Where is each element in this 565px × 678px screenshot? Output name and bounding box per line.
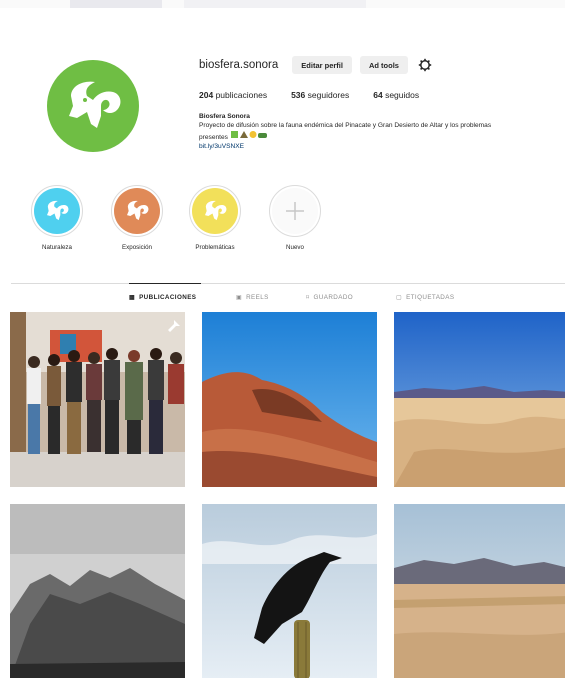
following-stat[interactable]: 64 seguidos xyxy=(373,90,419,100)
group-photo-image xyxy=(10,312,185,487)
profile-header: biosfera.sonora Editar perfil Ad tools 2… xyxy=(199,55,565,151)
posts-stat: 204 publicaciones xyxy=(199,90,268,100)
cactus-emoji-icon xyxy=(230,131,238,138)
bighorn-sheep-icon xyxy=(205,200,227,221)
bookmark-icon: ⌑ xyxy=(306,295,310,301)
bio-text: Proyecto de difusión sobre la fauna endé… xyxy=(199,122,492,129)
bighorn-sheep-logo-icon xyxy=(69,81,121,128)
turtle-emoji-icon xyxy=(257,133,267,138)
post-thumbnail[interactable] xyxy=(10,312,185,487)
bio-link[interactable]: bit.ly/3uVSNXE xyxy=(199,142,565,151)
bio-emojis xyxy=(230,130,268,142)
tab-reels[interactable]: ▣ REELS xyxy=(236,294,269,301)
new-highlight-button[interactable]: Nuevo xyxy=(265,185,325,251)
top-strip-block xyxy=(184,0,366,8)
highlight-naturaleza[interactable]: Naturaleza xyxy=(27,185,87,251)
sand-dunes-image xyxy=(394,312,565,487)
gear-icon[interactable] xyxy=(418,58,432,72)
post-thumbnail[interactable] xyxy=(394,504,565,678)
highlight-label: Naturaleza xyxy=(42,244,72,251)
bio-text-continued: presentes xyxy=(199,134,228,141)
bio-name: Biosfera Sonora xyxy=(199,113,250,120)
post-thumbnail[interactable] xyxy=(202,312,377,487)
warning-emoji-icon xyxy=(239,131,248,138)
highlight-label: Problemáticas xyxy=(195,244,235,251)
mountain-bw-image xyxy=(10,504,185,678)
highlight-label: Nuevo xyxy=(286,244,304,251)
top-strip-block xyxy=(70,0,162,8)
profile-stats: 204 publicaciones 536 seguidores 64 segu… xyxy=(199,90,565,100)
tabs-divider xyxy=(11,283,565,284)
tab-guardado[interactable]: ⌑ GUARDADO xyxy=(306,294,353,301)
grid-icon: ▦ xyxy=(129,295,136,301)
highlight-label: Exposición xyxy=(122,244,152,251)
bighorn-sheep-icon xyxy=(47,200,69,221)
desert-mountains-image xyxy=(394,504,565,678)
post-thumbnail[interactable] xyxy=(10,504,185,678)
post-thumbnail[interactable] xyxy=(202,504,377,678)
browser-top-strip xyxy=(0,0,565,8)
profile-avatar[interactable] xyxy=(47,60,139,152)
followers-stat[interactable]: 536 seguidores xyxy=(291,90,349,100)
highlight-problematicas[interactable]: Problemáticas xyxy=(185,185,245,251)
active-tab-indicator xyxy=(129,283,201,284)
profile-bio: Biosfera Sonora Proyecto de difusión sob… xyxy=(199,112,565,151)
sun-emoji-icon xyxy=(249,131,257,138)
edit-profile-button[interactable]: Editar perfil xyxy=(292,56,352,74)
tab-etiquetadas[interactable]: ▢ ETIQUETADAS xyxy=(396,294,454,301)
bighorn-sheep-icon xyxy=(127,200,149,221)
plus-icon xyxy=(286,202,304,220)
red-hill-image xyxy=(202,312,377,487)
tag-icon: ▢ xyxy=(396,295,403,301)
tab-publicaciones[interactable]: ▦ PUBLICACIONES xyxy=(129,294,196,301)
ad-tools-button[interactable]: Ad tools xyxy=(359,56,408,74)
highlight-exposicion[interactable]: Exposición xyxy=(107,185,167,251)
raven-on-cactus-image xyxy=(202,504,377,678)
profile-tabs: ▦ PUBLICACIONES ▣ REELS ⌑ GUARDADO ▢ ETI… xyxy=(0,294,565,306)
username: biosfera.sonora xyxy=(199,59,279,71)
post-thumbnail[interactable] xyxy=(394,312,565,487)
reels-icon: ▣ xyxy=(236,295,243,301)
